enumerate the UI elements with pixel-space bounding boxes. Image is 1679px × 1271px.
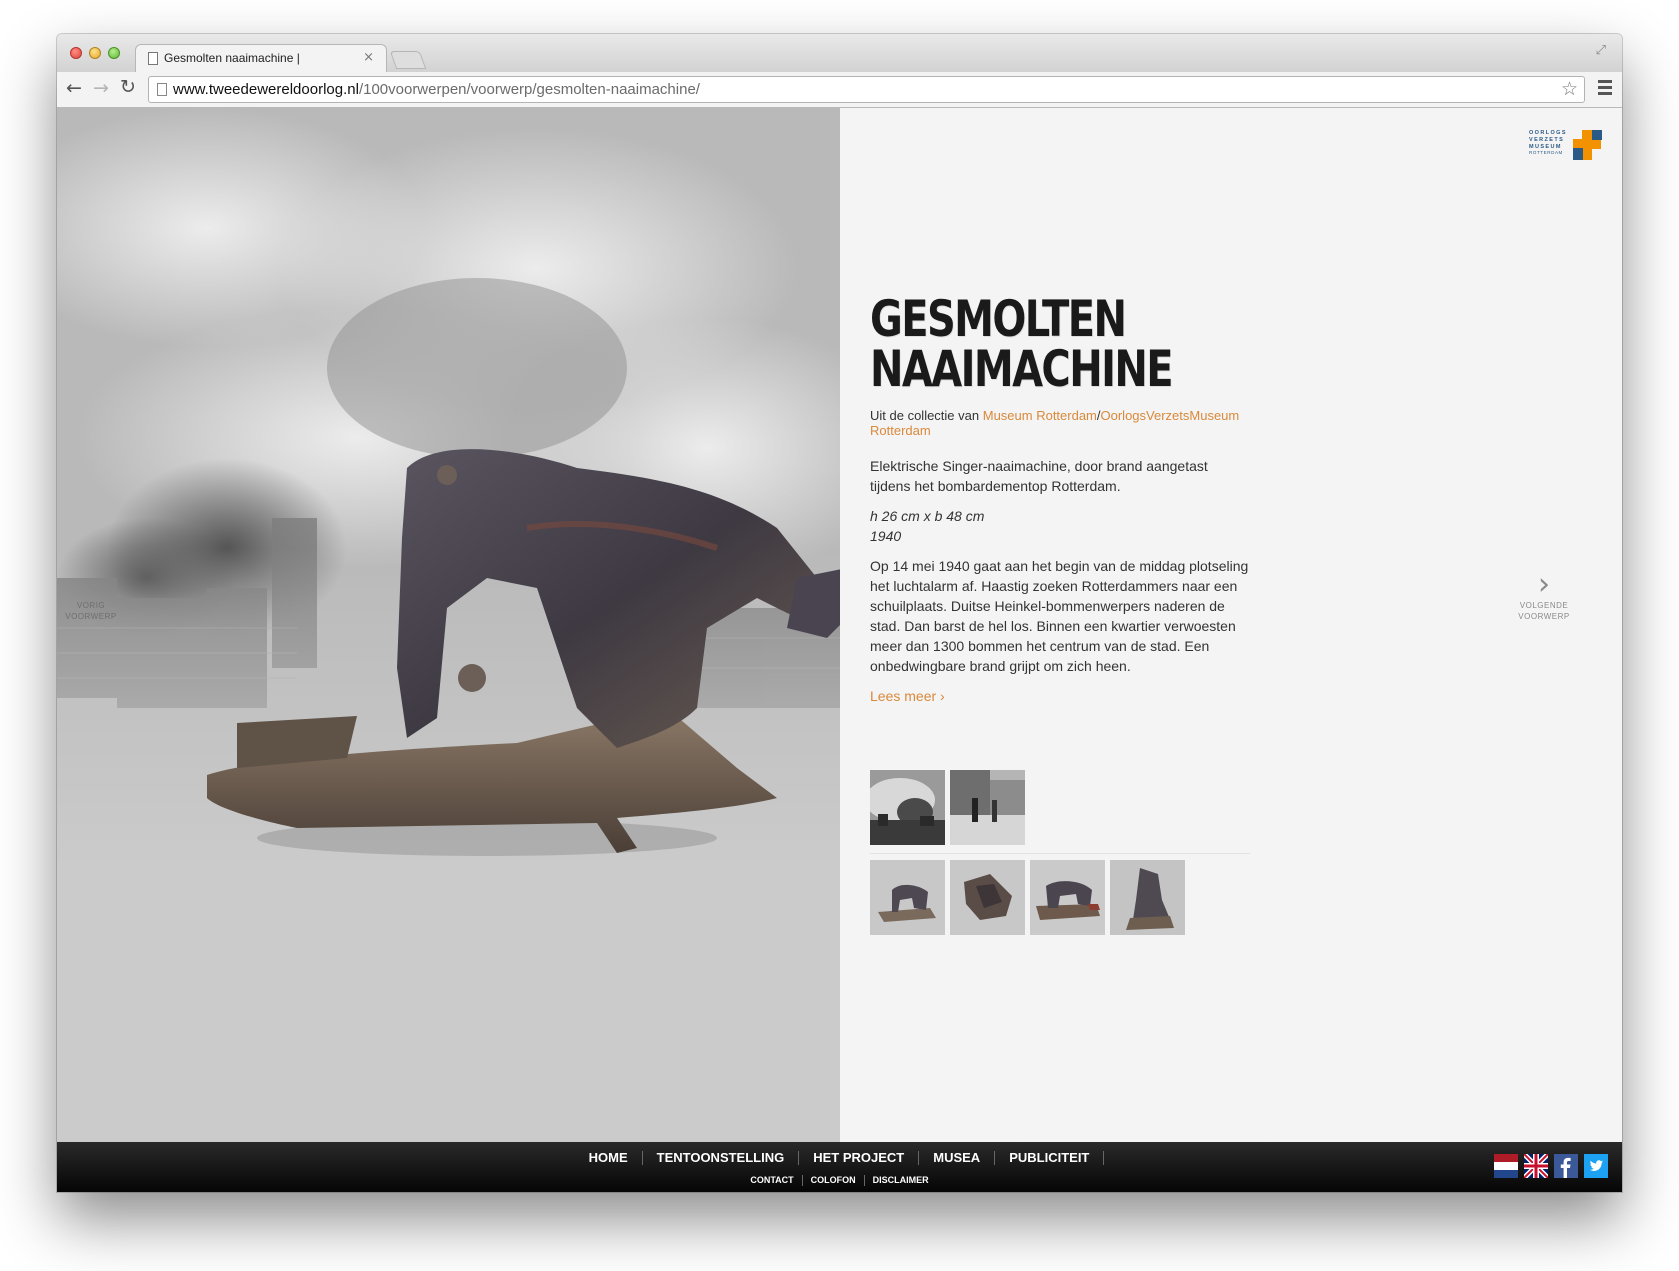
context-photo-1: [870, 770, 945, 845]
object-view-1: [870, 860, 945, 935]
secondary-navigation: CONTACT COLOFON DISCLAIMER: [57, 1175, 1622, 1186]
page-icon: [148, 52, 158, 65]
nav-het-project[interactable]: HET PROJECT: [799, 1151, 920, 1165]
address-bar[interactable]: www.tweedewereldoorlog.nl/100voorwerpen/…: [148, 76, 1585, 103]
tab-strip: Gesmolten naaimachine | × ⤢: [57, 34, 1622, 72]
object-view-4: [1110, 860, 1185, 935]
nav-colofon[interactable]: COLOFON: [803, 1175, 865, 1186]
object-description: Elektrische Singer-naaimachine, door bra…: [870, 458, 1208, 494]
object-dimensions: h 26 cm x b 48 cm 1940: [870, 506, 1250, 546]
nav-disclaimer[interactable]: DISCLAIMER: [865, 1175, 937, 1186]
nav-musea[interactable]: MUSEA: [919, 1151, 996, 1165]
minimize-window-button[interactable]: [89, 47, 101, 59]
museum-rotterdam-link[interactable]: Museum Rotterdam: [983, 408, 1097, 423]
browser-toolbar: ← → ↻ www.tweedewereldoorlog.nl/100voorw…: [57, 72, 1622, 108]
url-host: www.tweedewereldoorlog.nl: [173, 81, 359, 98]
language-social-icons: [1494, 1152, 1610, 1180]
object-info: GESMOLTEN NAAIMACHINE Uit de collectie v…: [870, 294, 1250, 705]
forward-arrow-icon[interactable]: →: [93, 77, 109, 99]
url-text[interactable]: www.tweedewereldoorlog.nl/100voorwerpen/…: [173, 81, 700, 98]
year-text: 1940: [870, 528, 902, 544]
object-view-3: [1030, 860, 1105, 935]
dimensions-text: h 26 cm x b 48 cm: [870, 508, 985, 524]
nav-contact[interactable]: CONTACT: [742, 1175, 803, 1186]
nav-tentoonstelling[interactable]: TENTOONSTELLING: [643, 1151, 800, 1165]
thumbnail-divider: [870, 853, 1250, 854]
object-photo: [57, 108, 840, 1142]
tab-active[interactable]: Gesmolten naaimachine | ×: [135, 44, 387, 72]
back-arrow-icon[interactable]: ←: [66, 77, 82, 99]
page-icon: [157, 83, 167, 96]
object-view-thumbnail[interactable]: [1110, 860, 1185, 935]
context-photo-thumbnail[interactable]: [950, 770, 1025, 845]
twitter-icon[interactable]: [1584, 1154, 1608, 1178]
museum-logo[interactable]: OORLOGS VERZETS MUSEUM ROTTERDAM: [1529, 130, 1605, 162]
object-view-2: [950, 860, 1025, 935]
close-window-button[interactable]: [70, 47, 82, 59]
object-view-thumbnail[interactable]: [870, 860, 945, 935]
hamburger-menu-icon[interactable]: [1598, 80, 1612, 98]
previous-object-button[interactable]: ‹ VORIG VOORWERP: [61, 570, 121, 622]
next-object-button[interactable]: › VOLGENDE VOORWERP: [1514, 570, 1574, 622]
logo-cross-icon: [1573, 130, 1602, 160]
collection-credit: Uit de collectie van Museum Rotterdam/Oo…: [870, 408, 1250, 438]
object-view-thumbnail[interactable]: [950, 860, 1025, 935]
read-more-link[interactable]: Lees meer ›: [870, 688, 945, 704]
english-flag-icon[interactable]: [1522, 1152, 1550, 1180]
object-view-thumbnail[interactable]: [1030, 860, 1105, 935]
bookmark-star-icon[interactable]: ☆: [1561, 78, 1578, 100]
next-label-1: VOLGENDE: [1519, 601, 1569, 610]
logo-text: OORLOGS VERZETS MUSEUM ROTTERDAM: [1529, 130, 1567, 157]
tab-close-icon[interactable]: ×: [363, 50, 374, 65]
object-title: GESMOLTEN NAAIMACHINE: [870, 294, 1174, 394]
context-photo-thumbnail[interactable]: [870, 770, 945, 845]
zoom-window-button[interactable]: [108, 47, 120, 59]
logo-line-3: MUSEUM: [1529, 143, 1562, 150]
object-title-line-2: NAAIMACHINE: [870, 340, 1174, 398]
url-path: /100voorwerpen/voorwerp/gesmolten-naaima…: [358, 81, 700, 98]
nav-publiciteit[interactable]: PUBLICITEIT: [995, 1151, 1105, 1165]
object-title-line-1: GESMOLTEN: [870, 290, 1127, 348]
object-image-panel: ‹ VORIG VOORWERP: [57, 108, 840, 1142]
page-content: ‹ VORIG VOORWERP OORLOGS VERZETS MUSEUM …: [57, 108, 1622, 1142]
logo-line-2: VERZETS: [1529, 136, 1565, 143]
chevron-left-icon: ‹: [85, 567, 97, 602]
next-label-2: VOORWERP: [1518, 612, 1570, 621]
prev-label-2: VOORWERP: [65, 612, 117, 621]
chevron-right-icon: ›: [1538, 567, 1550, 602]
prev-label-1: VORIG: [76, 601, 106, 610]
main-navigation: HOME TENTOONSTELLING HET PROJECT MUSEA PUBLI…: [57, 1151, 1622, 1165]
dutch-flag-icon[interactable]: [1494, 1154, 1518, 1178]
collection-prefix: Uit de collectie van: [870, 408, 983, 423]
fullscreen-icon[interactable]: ⤢: [1596, 43, 1606, 58]
object-story: Op 14 mei 1940 gaat aan het begin van de…: [870, 558, 1249, 674]
reload-icon[interactable]: ↻: [120, 76, 136, 98]
nav-home[interactable]: HOME: [575, 1151, 643, 1165]
browser-window: Gesmolten naaimachine | × ⤢ ← → ↻ www.tw…: [57, 34, 1622, 1192]
logo-line-1: OORLOGS: [1529, 130, 1567, 136]
facebook-icon[interactable]: [1554, 1154, 1578, 1178]
new-tab-button[interactable]: [389, 51, 427, 69]
logo-line-4: ROTTERDAM: [1529, 150, 1563, 156]
site-footer: HOME TENTOONSTELLING HET PROJECT MUSEA PUBLI…: [57, 1142, 1622, 1192]
context-photo-2: [950, 770, 1025, 845]
tab-title: Gesmolten naaimachine |: [164, 51, 300, 65]
